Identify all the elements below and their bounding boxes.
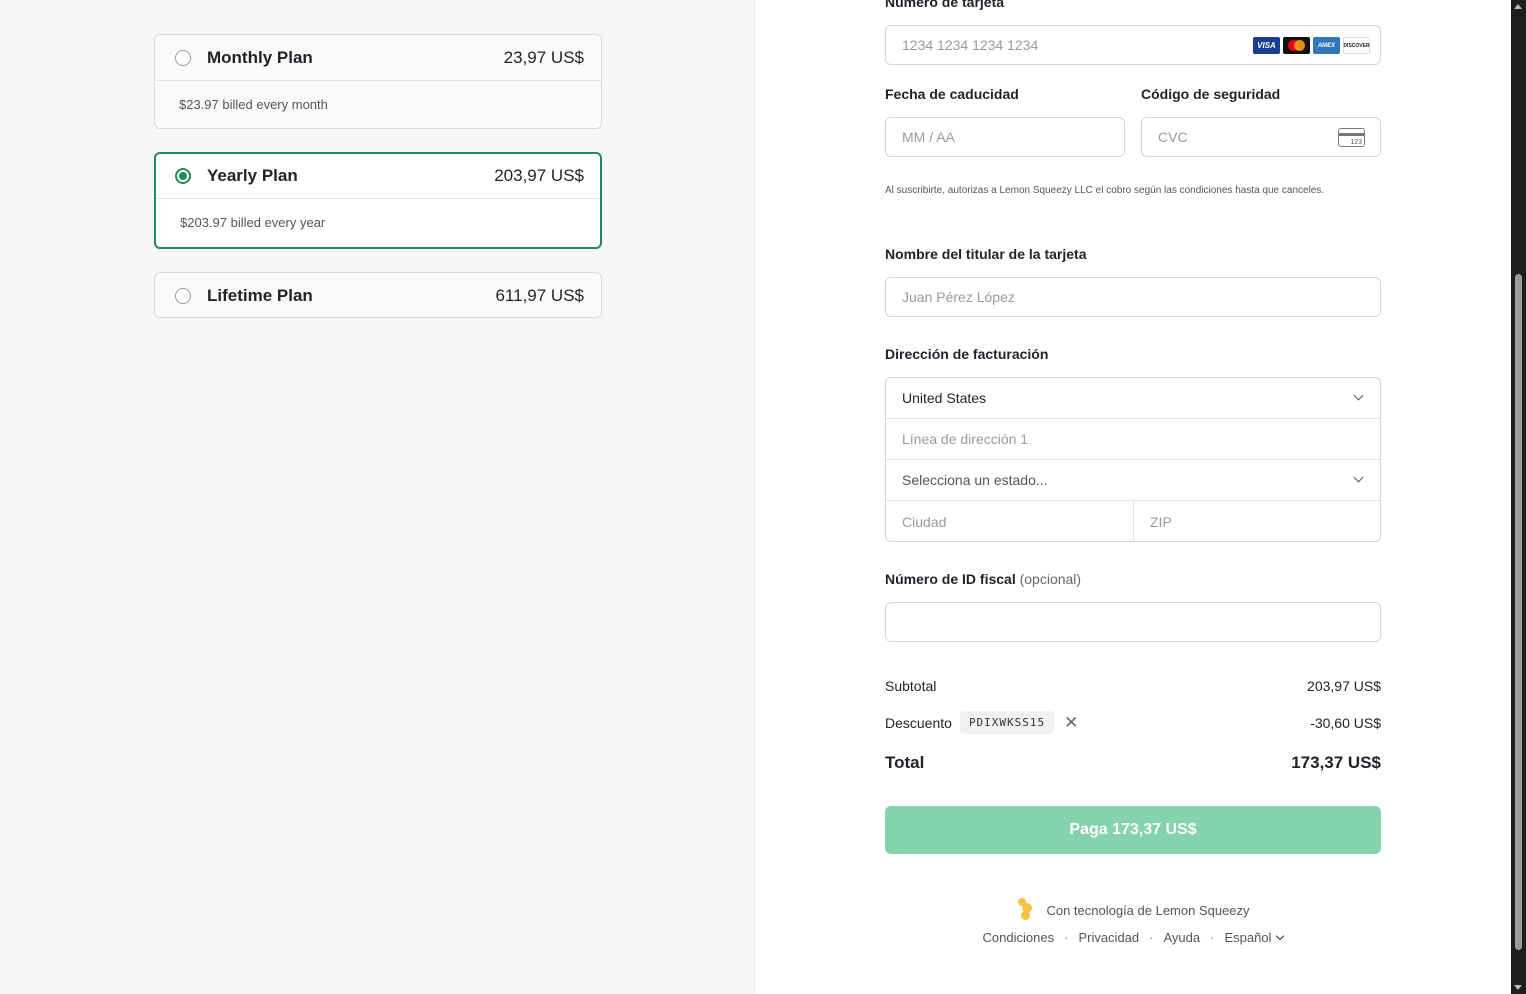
total-label: Total (885, 753, 925, 772)
total-row: Total 173,37 US$ (885, 753, 1381, 773)
country-value: United States (902, 390, 987, 406)
country-select[interactable]: United States (886, 378, 1380, 419)
scroll-down-arrow-icon[interactable] (1514, 985, 1522, 990)
language-selector[interactable]: Español (1224, 930, 1285, 945)
plan-billing-note: $23.97 billed every month (155, 80, 601, 128)
mastercard-icon (1283, 37, 1310, 54)
subscription-consent-text: Al suscribirte, autorizas a Lemon Squeez… (885, 185, 1325, 196)
state-placeholder: Selecciona un estado... (902, 472, 1048, 488)
expiry-label: Fecha de caducidad (885, 86, 1019, 102)
discover-icon: DISCOVER (1343, 37, 1370, 54)
city-placeholder: Ciudad (902, 513, 947, 530)
cvc-card-icon: 123 (1338, 128, 1365, 147)
address-line1-field[interactable]: Línea de dirección 1 (886, 419, 1380, 460)
amex-icon: AMEX (1313, 37, 1340, 54)
zip-field[interactable]: ZIP (1134, 501, 1380, 542)
help-link[interactable]: Ayuda (1163, 930, 1200, 945)
cardholder-label: Nombre del titular de la tarjeta (885, 246, 1087, 262)
discount-value: -30,60 US$ (1310, 714, 1381, 731)
plan-header: Monthly Plan 23,97 US$ (155, 35, 601, 80)
visa-icon: VISA (1253, 37, 1280, 54)
chevron-down-icon (1353, 472, 1364, 483)
address-line1-placeholder: Línea de dirección 1 (902, 431, 1029, 447)
expiry-input[interactable] (902, 129, 1108, 145)
expiry-field[interactable] (885, 117, 1125, 157)
footer-links: Condiciones · Privacidad · Ayuda · Españ… (885, 930, 1381, 945)
card-number-label: Número de tarjeta (885, 0, 1005, 10)
cvc-input[interactable] (1158, 129, 1364, 145)
close-icon[interactable]: ✕ (1064, 713, 1078, 733)
cvc-field[interactable]: 123 (1141, 117, 1381, 157)
cardholder-field[interactable] (885, 277, 1381, 317)
tax-id-input[interactable] (902, 614, 1364, 630)
total-value: 173,37 US$ (1291, 753, 1381, 772)
city-field[interactable]: Ciudad (886, 501, 1134, 542)
discount-row: Descuento PDIXWKSS15 ✕ -30,60 US$ (885, 711, 1381, 734)
scrollbar-thumb[interactable] (1515, 274, 1522, 950)
scroll-up-arrow-icon[interactable] (1514, 4, 1522, 9)
plan-price: 611,97 US$ (495, 285, 584, 305)
plan-price: 23,97 US$ (503, 47, 584, 67)
language-label: Español (1224, 930, 1272, 945)
discount-label: Descuento (885, 714, 952, 731)
state-select[interactable]: Selecciona un estado... (886, 460, 1380, 501)
radio-dot (179, 172, 187, 180)
chevron-down-icon (1276, 931, 1285, 941)
radio-button-selected[interactable] (175, 168, 191, 184)
vertical-scrollbar[interactable] (1511, 0, 1526, 994)
cardholder-input[interactable] (902, 289, 1364, 305)
privacy-link[interactable]: Privacidad (1078, 930, 1139, 945)
pay-button[interactable]: Paga 173,37 US$ (885, 806, 1381, 854)
plan-billing-note: $203.97 billed every year (156, 198, 600, 246)
plan-header: Yearly Plan 203,97 US$ (156, 154, 600, 198)
discount-code-chip: PDIXWKSS15 (959, 711, 1055, 734)
radio-button[interactable] (175, 287, 191, 304)
card-number-field[interactable]: VISA AMEX DISCOVER (885, 25, 1381, 65)
chevron-down-icon (1353, 390, 1364, 401)
tax-id-label: Número de ID fiscal (opcional) (885, 571, 1081, 587)
plan-option-lifetime[interactable]: Lifetime Plan 611,97 US$ (154, 272, 602, 318)
plan-name: Yearly Plan (207, 166, 298, 185)
powered-by-text: Con tecnología de Lemon Squeezy (1046, 902, 1250, 918)
billing-address-label: Dirección de facturación (885, 346, 1049, 362)
plan-option-monthly[interactable]: Monthly Plan 23,97 US$ $23.97 billed eve… (154, 34, 602, 129)
subtotal-row: Subtotal 203,97 US$ (885, 678, 1381, 694)
card-brands: VISA AMEX DISCOVER (1253, 37, 1370, 54)
city-zip-row: Ciudad ZIP (886, 501, 1380, 542)
optional-tag: (opcional) (1019, 571, 1082, 587)
lemon-squeezy-logo-icon (1016, 898, 1034, 922)
zip-placeholder: ZIP (1150, 513, 1172, 530)
terms-link[interactable]: Condiciones (983, 930, 1055, 945)
subtotal-value: 203,97 US$ (1307, 678, 1381, 694)
plan-header: Lifetime Plan 611,97 US$ (155, 273, 601, 317)
subtotal-label: Subtotal (885, 678, 937, 694)
plan-name: Lifetime Plan (207, 285, 313, 305)
billing-address-group: United States Línea de dirección 1 Selec… (885, 377, 1381, 542)
separator: · (1210, 930, 1215, 945)
plan-selection-pane: Monthly Plan 23,97 US$ $23.97 billed eve… (0, 0, 755, 994)
separator: · (1149, 930, 1154, 945)
tax-id-field[interactable] (885, 602, 1381, 642)
tax-id-label-text: Número de ID fiscal (885, 571, 1016, 587)
radio-button[interactable] (175, 49, 191, 66)
separator: · (1064, 930, 1069, 945)
plan-option-yearly[interactable]: Yearly Plan 203,97 US$ $203.97 billed ev… (154, 152, 602, 249)
plan-price: 203,97 US$ (494, 166, 584, 185)
plan-name: Monthly Plan (207, 47, 313, 67)
cvc-label: Código de seguridad (1141, 86, 1281, 102)
powered-by: Con tecnología de Lemon Squeezy (885, 898, 1381, 922)
